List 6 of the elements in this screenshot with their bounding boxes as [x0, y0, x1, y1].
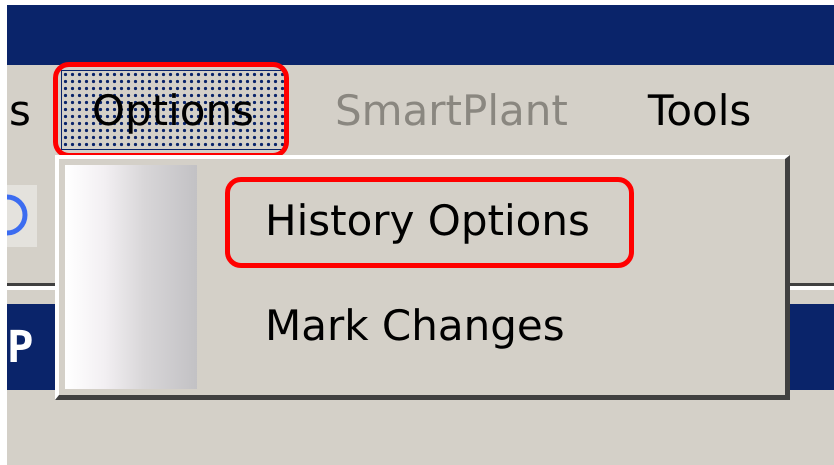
menu-entry[interactable]: Mark Changes [245, 278, 585, 373]
menu-item[interactable]: Options [60, 70, 285, 150]
menu-item[interactable]: Tools [618, 70, 782, 150]
menu-item[interactable]: s [7, 70, 33, 150]
menu-entry[interactable]: History Options [245, 173, 610, 268]
header-text: P [7, 322, 34, 372]
